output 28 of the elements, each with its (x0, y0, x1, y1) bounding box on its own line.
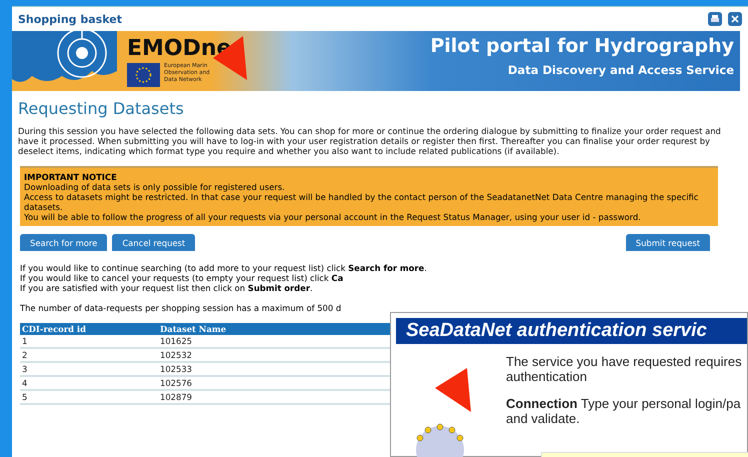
pointer-triangle (435, 368, 471, 412)
action-button[interactable]: Cancel request (112, 234, 196, 251)
banner-subtitle: Data Discovery and Access Service (508, 63, 734, 77)
page-heading: Requesting Datasets (18, 99, 185, 118)
logo-text: EMODne (127, 37, 232, 61)
banner-title: Pilot portal for Hydrography (430, 34, 734, 59)
notice-text: Access to datasets might be restricted. In that case your request will be handled by the contact person of the SeadatanetNet Data Centre managing the specific datasets. (24, 192, 700, 212)
close-icon[interactable] (728, 12, 742, 26)
submit-button[interactable]: Submit request (626, 234, 710, 251)
instruction-text: If you are satisfied with your request list then click on Submit order. (20, 283, 314, 293)
column-header: CDI-record id (20, 323, 158, 335)
table-cell: 5 (20, 390, 158, 404)
instruction-text: If you would like to continue searching (to add more to your request list) click Search for more. (20, 263, 428, 273)
notice-text: Downloading of data sets is only possible for registered users. (24, 182, 286, 192)
instruction-text: If you would like to cancel your requests (to empty your request list) click Ca (20, 273, 344, 283)
table-cell: 3 (20, 362, 158, 376)
dialog-title: SeaDataNet authentication servic (396, 318, 747, 344)
window-title: Shopping basket (18, 12, 123, 26)
limit-note: The number of data-requests per shopping session has a maximum of 500 d (20, 303, 342, 313)
table-cell: 1 (20, 335, 158, 348)
notice-title: IMPORTANT NOTICE (24, 172, 118, 182)
intro-paragraph: During this session you have selected the following data sets. You can shop for more or continue the ordering dialogue by submitting to finalize your order request and have it processed. When submitting you will have to log-in with your user registration details or register then first. Thereafter you can finalise your order requrest by deselect items, indicating which format type you require and whether you also want to include related publications (if available). (18, 126, 722, 156)
flag-icon (127, 63, 160, 87)
table-cell: 2 (20, 348, 158, 362)
table-cell: 4 (20, 376, 158, 390)
action-button[interactable]: Search for more (20, 234, 108, 251)
notice-text: You will be able to follow the progress of all your requests via your personal account in the Request Status Manager, using your user id - password. (24, 212, 642, 222)
print-icon[interactable] (708, 12, 722, 26)
